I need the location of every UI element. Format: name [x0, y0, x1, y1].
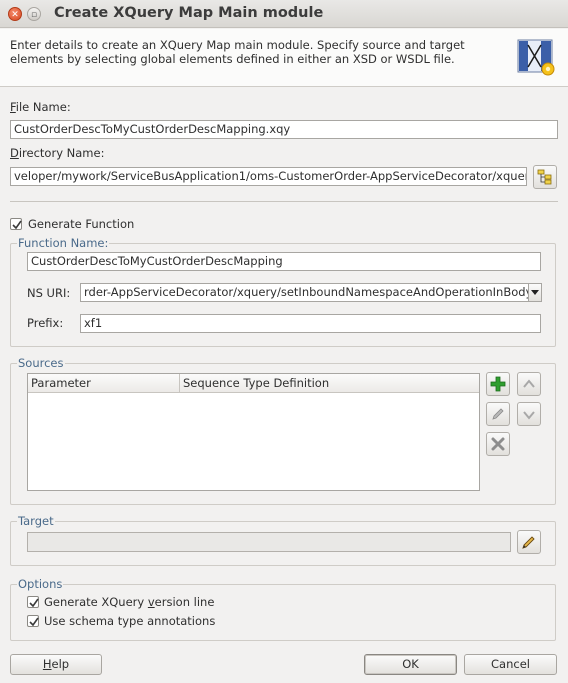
version-line-checkbox[interactable] — [27, 596, 39, 608]
directory-name-label: Directory Name: — [10, 146, 105, 160]
sources-table[interactable]: Parameter Sequence Type Definition — [27, 373, 480, 491]
schema-annotations-checkbox[interactable] — [27, 615, 39, 627]
browse-folder-icon — [537, 169, 552, 185]
prefix-label: Prefix: — [27, 316, 64, 330]
checkmark-icon — [29, 598, 39, 608]
edit-pencil-icon — [522, 536, 535, 549]
separator — [10, 201, 558, 202]
add-source-button[interactable] — [486, 372, 510, 396]
sources-table-header: Parameter Sequence Type Definition — [28, 374, 479, 393]
ns-uri-label: NS URI: — [27, 286, 71, 300]
options-group — [10, 584, 556, 641]
target-group-title: Target — [17, 514, 55, 528]
checkmark-icon — [12, 220, 22, 230]
cancel-button[interactable]: Cancel — [464, 654, 557, 675]
xquery-map-wizard-icon — [517, 37, 557, 77]
function-name-input[interactable]: CustOrderDescToMyCustOrderDescMapping — [27, 252, 541, 271]
file-name-input[interactable]: CustOrderDescToMyCustOrderDescMapping.xq… — [10, 120, 558, 139]
ns-uri-dropdown-button[interactable] — [528, 284, 541, 301]
help-button[interactable]: Help — [10, 654, 102, 675]
chevron-down-icon — [531, 290, 539, 295]
header-description: Enter details to create an XQuery Map ma… — [10, 38, 465, 66]
column-header-sequence-type[interactable]: Sequence Type Definition — [179, 374, 479, 393]
move-down-icon — [523, 411, 535, 420]
file-name-label: File Name: — [10, 100, 71, 114]
add-icon — [490, 376, 506, 392]
ns-uri-combobox[interactable]: rder-AppServiceDecorator/xquery/setInbou… — [80, 283, 542, 302]
move-up-icon — [523, 379, 535, 388]
minimize-icon[interactable]: ▫ — [27, 7, 41, 21]
generate-function-checkbox[interactable] — [10, 218, 22, 230]
ok-button[interactable]: OK — [364, 654, 457, 675]
move-down-button[interactable] — [517, 402, 541, 426]
prefix-input[interactable]: xf1 — [80, 314, 541, 333]
schema-annotations-label: Use schema type annotations — [44, 614, 216, 628]
header-panel: Enter details to create an XQuery Map ma… — [0, 29, 568, 87]
edit-source-button[interactable] — [486, 402, 510, 426]
options-group-title: Options — [17, 577, 64, 591]
sources-group-title: Sources — [17, 356, 65, 370]
directory-name-input[interactable]: veloper/mywork/ServiceBusApplication1/om… — [10, 167, 527, 186]
version-line-label: Generate XQuery version line — [44, 595, 215, 609]
delete-source-button[interactable] — [486, 432, 510, 456]
delete-icon — [491, 437, 505, 451]
browse-directory-button[interactable] — [533, 165, 557, 189]
close-icon[interactable]: ✕ — [8, 7, 22, 21]
move-up-button[interactable] — [517, 372, 541, 396]
checkmark-icon — [29, 617, 39, 627]
target-input — [27, 532, 511, 552]
window-title: Create XQuery Map Main module — [54, 5, 324, 21]
generate-function-label: Generate Function — [28, 217, 135, 231]
create-xquery-dialog: ✕ ▫ Create XQuery Map Main module Enter … — [0, 0, 568, 683]
edit-target-button[interactable] — [517, 530, 541, 554]
title-bar[interactable]: ✕ ▫ Create XQuery Map Main module — [0, 0, 568, 28]
edit-icon — [492, 408, 504, 420]
column-header-parameter[interactable]: Parameter — [28, 374, 179, 393]
function-group-title: Function Name: — [17, 236, 110, 250]
